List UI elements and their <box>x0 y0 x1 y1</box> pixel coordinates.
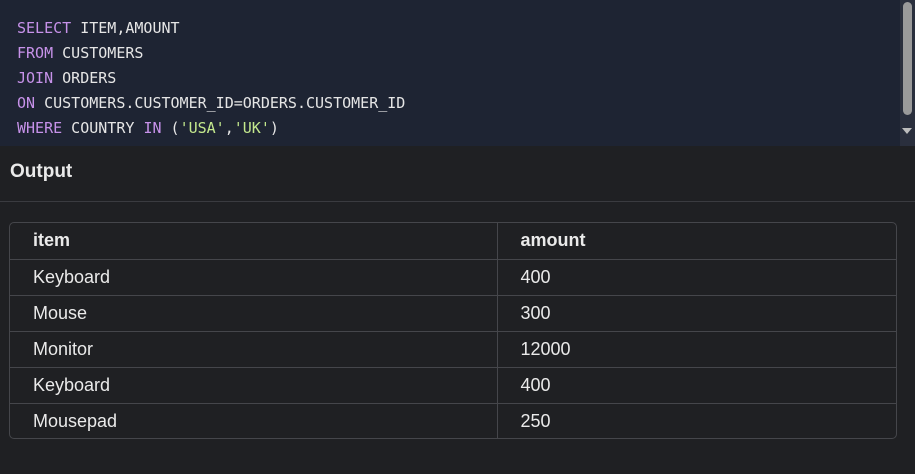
cell-amount: 250 <box>520 410 551 431</box>
code-line[interactable]: ON CUSTOMERS.CUSTOMER_ID=ORDERS.CUSTOMER… <box>17 91 405 116</box>
code-line[interactable]: JOIN ORDERS <box>17 66 405 91</box>
cell-amount: 400 <box>497 367 896 404</box>
scroll-down-arrow-icon[interactable] <box>902 128 912 134</box>
code-line[interactable]: SELECT ITEM,AMOUNT <box>17 16 405 41</box>
table-row: Mousepad 250 <box>10 403 896 438</box>
table-header-row: item amount <box>10 223 896 260</box>
table-row: Keyboard 400 <box>10 367 896 404</box>
sql-text: COUNTRY <box>62 119 144 137</box>
sql-keyword: WHERE <box>17 119 63 137</box>
sql-text: CUSTOMERS <box>53 44 144 62</box>
cell-item: Monitor <box>10 331 498 368</box>
cell-item: Mousepad <box>10 403 498 438</box>
sql-keyword: SELECT <box>17 19 72 37</box>
sql-keyword: FROM <box>17 44 54 62</box>
cell-item: Keyboard <box>10 367 498 404</box>
sql-keyword: JOIN <box>17 69 54 87</box>
cell-amount: 12000 <box>497 331 896 368</box>
code-line[interactable]: FROM CUSTOMERS <box>17 41 405 66</box>
sql-string: 'USA' <box>179 119 225 137</box>
sql-text: CUSTOMERS.CUSTOMER_ID=ORDERS.CUSTOMER_ID <box>35 94 406 112</box>
sql-text: ITEM,AMOUNT <box>71 19 180 37</box>
output-title: Output <box>10 161 73 182</box>
cell-amount: 300 <box>497 295 896 332</box>
results-table: item amount Keyboard 400 Mouse 300 Monit… <box>9 222 897 439</box>
editor-scrollbar[interactable] <box>900 0 915 146</box>
table-row: Mouse 300 <box>10 295 896 332</box>
cell-item: Mouse <box>10 295 498 332</box>
sql-keyword: ON <box>17 94 36 112</box>
column-header-item: item <box>10 223 498 260</box>
sql-string: 'UK' <box>233 119 270 137</box>
sql-text: ORDERS <box>53 69 117 87</box>
column-header-amount: amount <box>497 223 896 260</box>
scrollbar-thumb[interactable] <box>903 2 912 115</box>
table-row: Keyboard 400 <box>10 259 896 296</box>
sql-text: , <box>224 119 234 137</box>
cell-item: Keyboard <box>10 259 498 296</box>
code-line[interactable]: WHERE COUNTRY IN ('USA','UK') <box>17 116 405 141</box>
cell-amount: 400 <box>497 259 896 296</box>
sql-text: ) <box>269 119 279 137</box>
sql-text: ( <box>161 119 180 137</box>
output-header: Output <box>0 146 915 202</box>
sql-code[interactable]: SELECT ITEM,AMOUNT FROM CUSTOMERS JOIN ORD… <box>17 16 405 141</box>
table-row: Monitor 12000 <box>10 331 896 368</box>
sql-keyword: IN <box>143 119 162 137</box>
sql-editor[interactable]: SELECT ITEM,AMOUNT FROM CUSTOMERS JOIN ORD… <box>0 0 915 146</box>
